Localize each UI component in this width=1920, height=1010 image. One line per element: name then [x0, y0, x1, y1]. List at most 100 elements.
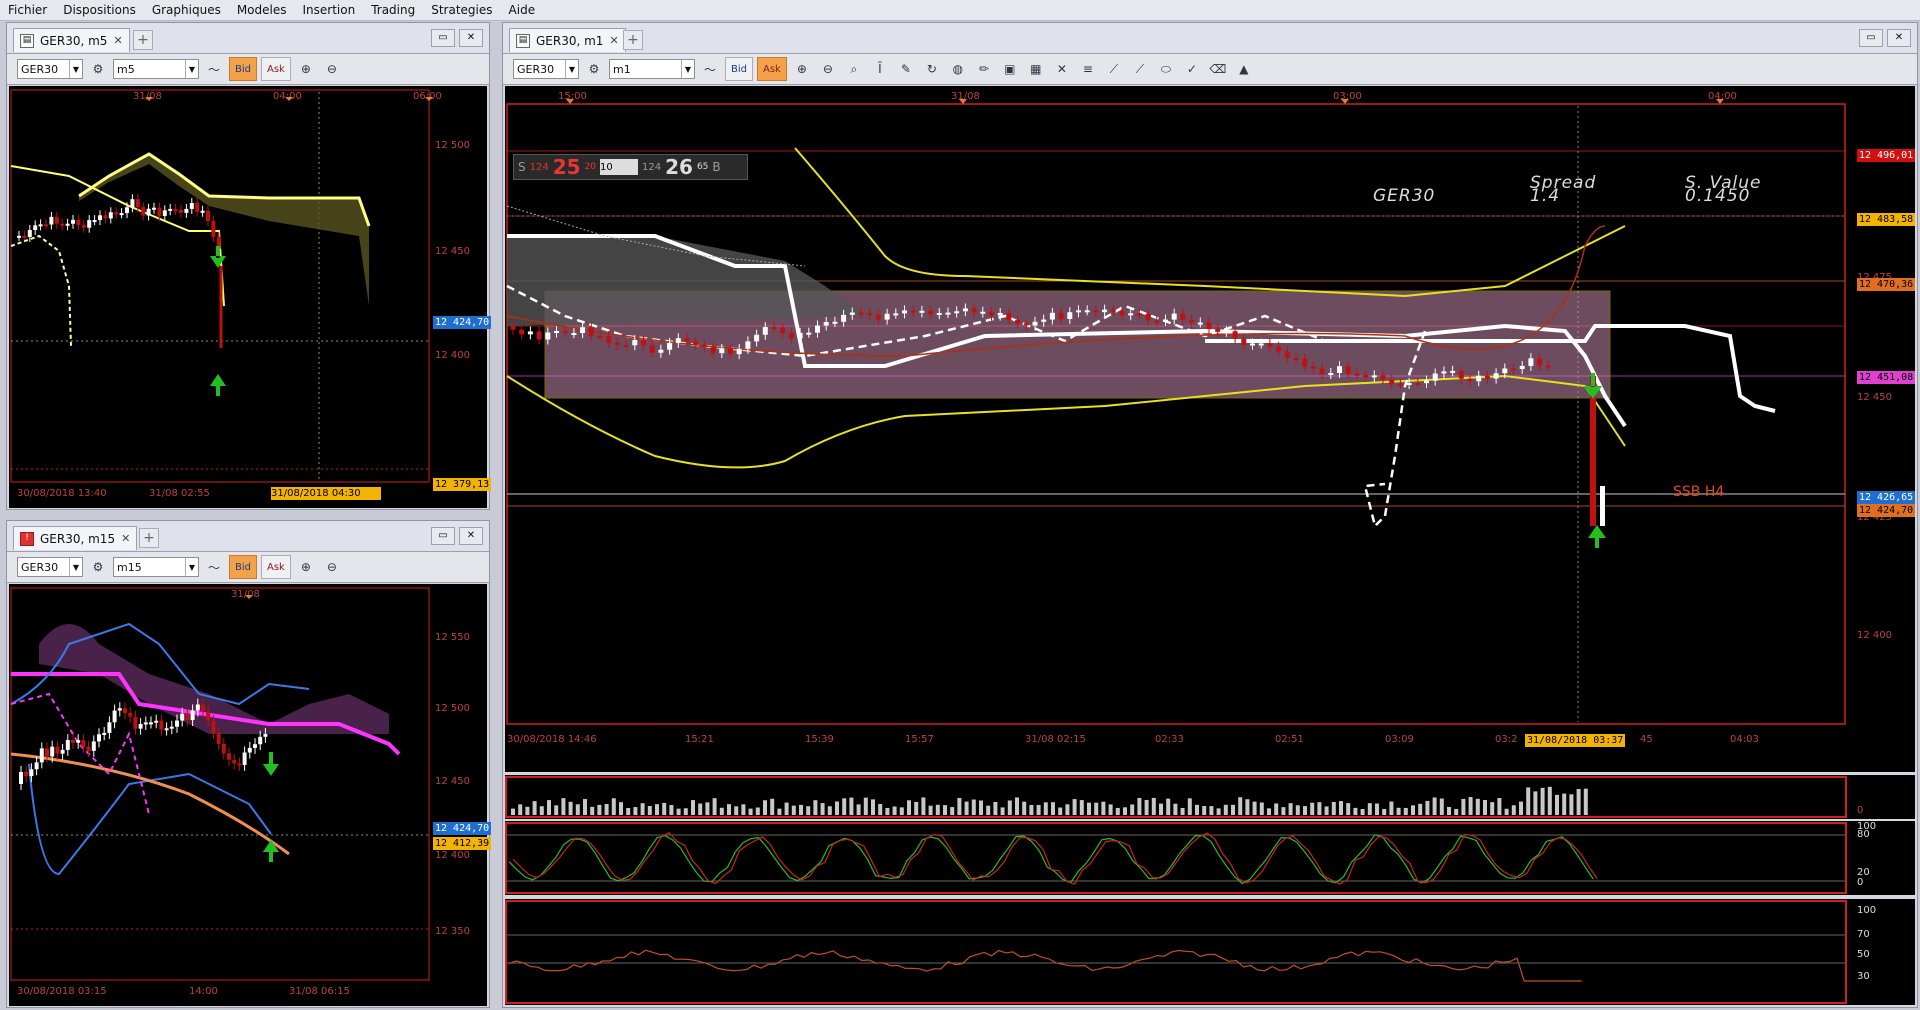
zoom-in-icon[interactable]: ⊕: [295, 58, 317, 80]
close-icon[interactable]: ✕: [121, 532, 130, 545]
refresh-icon[interactable]: ↻: [921, 58, 943, 80]
minimize-button[interactable]: ▭: [431, 527, 455, 545]
layers-icon[interactable]: ▲: [1233, 58, 1255, 80]
add-tab-button[interactable]: +: [139, 528, 159, 548]
menu-strategies[interactable]: Strategies: [423, 0, 500, 20]
minimize-button[interactable]: ▭: [431, 29, 455, 47]
bid-button[interactable]: Bid: [229, 555, 257, 579]
chart-area-m15[interactable]: 12 550 12 500 12 450 12 400 12 350 31/08 30/08…: [9, 584, 492, 1006]
lines-icon[interactable]: ≡: [1077, 58, 1099, 80]
candle: [1145, 313, 1151, 321]
eraser-icon[interactable]: ⌫: [1207, 58, 1229, 80]
bid-button[interactable]: Bid: [725, 57, 753, 81]
close-window-button[interactable]: ✕: [459, 29, 483, 47]
timeframe-select[interactable]: m5 ▼: [113, 59, 199, 79]
chart-window-m1: ▤ GER30, m1 ✕ + ▭ ✕ GER30 ▼ ⚙ m1 ▼ 〜 Bid As…: [502, 22, 1918, 1008]
zoom-out-icon[interactable]: ⊖: [817, 58, 839, 80]
globe-icon[interactable]: ◍: [947, 58, 969, 80]
trendline-icon[interactable]: ⟋: [1103, 58, 1125, 80]
volume-bar: [935, 804, 940, 815]
symbol-select[interactable]: GER30 ▼: [513, 59, 579, 79]
bid-button[interactable]: Bid: [229, 57, 257, 81]
menu-fichier[interactable]: Fichier: [0, 0, 55, 20]
screenshot-icon[interactable]: ▦: [1025, 58, 1047, 80]
symbol-select[interactable]: GER30 ▼: [17, 59, 83, 79]
price-tick: 12 450: [1857, 392, 1892, 403]
candle: [1250, 343, 1255, 346]
chart-area-m5[interactable]: 12 500 12 450 12 400 31/08 04:00 06:00 30/08/2…: [9, 86, 492, 508]
warning-icon: !: [20, 531, 34, 546]
menu-modeles[interactable]: Modeles: [229, 0, 295, 20]
menu-dispositions[interactable]: Dispositions: [55, 0, 144, 20]
menu-trading[interactable]: Trading: [363, 0, 423, 20]
add-tab-button[interactable]: +: [623, 30, 643, 50]
chart-area-m1[interactable]: 12 50012 47512 45012 42512 40015:0031/08…: [505, 86, 1916, 772]
candle: [19, 771, 23, 784]
minimize-button[interactable]: ▭: [1859, 29, 1883, 47]
rsi-pane[interactable]: 100 70 50 30: [505, 899, 1915, 1005]
menu-insertion[interactable]: Insertion: [295, 0, 364, 20]
tab-ger30-m15[interactable]: ! GER30, m15 ✕: [13, 526, 138, 550]
zoom-in-icon[interactable]: ⊕: [791, 58, 813, 80]
chart-type-icon[interactable]: 〜: [203, 556, 225, 578]
shape-icon[interactable]: ⬭: [1155, 58, 1177, 80]
indicator-icon[interactable]: ⚙: [87, 58, 109, 80]
menu-aide[interactable]: Aide: [501, 0, 544, 20]
edit-icon[interactable]: ✎: [895, 58, 917, 80]
text-tool-icon[interactable]: Ī: [869, 58, 891, 80]
chart-type-icon[interactable]: 〜: [203, 58, 225, 80]
symbol-select[interactable]: GER30 ▼: [17, 557, 83, 577]
close-icon[interactable]: ✕: [113, 34, 122, 47]
close-icon[interactable]: ✕: [609, 34, 618, 47]
sell-price[interactable]: 25: [553, 155, 581, 179]
volume-pane[interactable]: 0: [505, 775, 1915, 819]
spellcheck-icon[interactable]: ✓: [1181, 58, 1203, 80]
volume-bar: [640, 803, 645, 815]
image-icon[interactable]: ▣: [999, 58, 1021, 80]
sell-marker[interactable]: S: [518, 160, 526, 174]
zoom-out-icon[interactable]: ⊖: [321, 58, 343, 80]
volume-bar: [1461, 798, 1466, 815]
volume-bar: [1115, 807, 1120, 815]
candle: [823, 321, 829, 326]
close-window-button[interactable]: ✕: [459, 527, 483, 545]
stoch-k-line: [508, 834, 1594, 885]
chevron-down-icon: ▼: [69, 60, 82, 78]
candle: [1310, 366, 1316, 369]
candle: [675, 338, 681, 343]
candle: [119, 213, 124, 216]
tab-ger30-m1[interactable]: ▤ GER30, m1 ✕: [509, 28, 626, 52]
candle: [1328, 372, 1334, 375]
indicator-icon[interactable]: ⚙: [583, 58, 605, 80]
stochastic-pane[interactable]: 100 80 20 0: [505, 821, 1915, 895]
candle: [1389, 379, 1395, 384]
timeframe-select[interactable]: m1 ▼: [609, 59, 695, 79]
buy-price[interactable]: 26: [665, 155, 693, 179]
candle: [1345, 366, 1351, 374]
indicator-icon[interactable]: ⚙: [87, 556, 109, 578]
menu-graphiques[interactable]: Graphiques: [144, 0, 229, 20]
stoch-tick: 80: [1857, 829, 1870, 840]
chart-toolbar: GER30 ▼ ⚙ m1 ▼ 〜 Bid Ask ⊕ ⊖ ⌕ Ī ✎ ↻ ◍ ✏ ▣…: [503, 54, 1917, 85]
pencil-icon[interactable]: ✏: [973, 58, 995, 80]
ask-button[interactable]: Ask: [757, 57, 787, 81]
candle: [1128, 313, 1134, 316]
zoom-out-icon[interactable]: ⊖: [321, 556, 343, 578]
ask-button[interactable]: Ask: [261, 57, 291, 81]
chart-type-icon[interactable]: 〜: [699, 58, 721, 80]
candle: [606, 336, 612, 343]
brush-icon[interactable]: ⟋: [1129, 58, 1151, 80]
magnifier-icon[interactable]: ⌕: [843, 58, 865, 80]
add-tab-button[interactable]: +: [133, 30, 153, 50]
candle: [919, 310, 925, 313]
tab-ger30-m5[interactable]: ▤ GER30, m5 ✕: [13, 28, 130, 52]
tools-icon[interactable]: ✕: [1051, 58, 1073, 80]
ask-button[interactable]: Ask: [261, 555, 291, 579]
close-window-button[interactable]: ✕: [1887, 29, 1911, 47]
timeframe-select[interactable]: m15 ▼: [113, 557, 199, 577]
buy-marker[interactable]: B: [712, 160, 720, 174]
quantity-input[interactable]: 10: [600, 159, 639, 175]
zoom-in-icon[interactable]: ⊕: [295, 556, 317, 578]
candle: [34, 762, 39, 770]
candle: [989, 311, 994, 316]
